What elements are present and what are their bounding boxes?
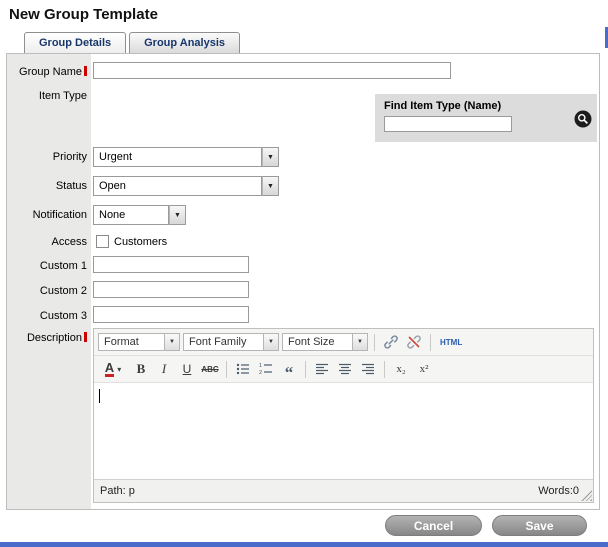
unordered-list-icon[interactable] bbox=[233, 359, 253, 379]
font-color-icon[interactable]: A ▾ bbox=[98, 359, 128, 379]
resize-handle[interactable] bbox=[581, 490, 592, 501]
custom1-label: Custom 1 bbox=[7, 260, 87, 272]
font-size-select[interactable]: Font Size ▼ bbox=[282, 333, 368, 351]
insert-link-icon[interactable] bbox=[381, 332, 401, 352]
custom1-input[interactable] bbox=[93, 256, 249, 273]
notification-label: Notification bbox=[7, 209, 87, 221]
priority-select[interactable]: Urgent ▼ bbox=[93, 147, 279, 167]
align-center-icon[interactable] bbox=[335, 359, 355, 379]
toolbar-separator bbox=[384, 361, 385, 378]
subscript-icon[interactable]: x₂ bbox=[391, 359, 411, 379]
group-name-label: Group Name bbox=[7, 66, 87, 78]
tab-group-details-label: Group Details bbox=[39, 37, 111, 49]
find-item-type-panel: Find Item Type (Name) bbox=[375, 94, 597, 142]
chevron-down-icon[interactable]: ▼ bbox=[262, 176, 279, 196]
priority-label: Priority bbox=[7, 151, 87, 163]
ordered-list-icon[interactable]: 12 bbox=[256, 359, 276, 379]
notification-select[interactable]: None ▼ bbox=[93, 205, 186, 225]
status-value: Open bbox=[93, 176, 262, 196]
superscript-icon[interactable]: x² bbox=[414, 359, 434, 379]
toolbar-separator bbox=[430, 334, 431, 351]
find-item-type-title: Find Item Type (Name) bbox=[384, 100, 501, 112]
tab-bar: Group Details Group Analysis bbox=[24, 32, 240, 54]
custom3-input[interactable] bbox=[93, 306, 249, 323]
align-right-icon[interactable] bbox=[358, 359, 378, 379]
priority-value: Urgent bbox=[93, 147, 262, 167]
strikethrough-icon[interactable]: ABC bbox=[200, 359, 220, 379]
status-select[interactable]: Open ▼ bbox=[93, 176, 279, 196]
notification-value: None bbox=[93, 205, 169, 225]
italic-icon[interactable]: I bbox=[154, 359, 174, 379]
save-button[interactable]: Save bbox=[492, 515, 587, 536]
tab-group-details[interactable]: Group Details bbox=[24, 32, 126, 54]
description-label: Description bbox=[7, 332, 87, 344]
font-size-select-value: Font Size bbox=[282, 333, 353, 351]
item-type-label: Item Type bbox=[7, 90, 87, 102]
editor-toolbar-row2: A ▾ B I U ABC 12 bbox=[94, 356, 593, 383]
new-group-template-window: New Group Template Group Details Group A… bbox=[0, 0, 608, 547]
format-select-value: Format bbox=[98, 333, 165, 351]
svg-text:1: 1 bbox=[259, 363, 262, 369]
find-item-type-input[interactable] bbox=[384, 116, 512, 132]
group-name-input[interactable] bbox=[93, 62, 451, 79]
chevron-down-icon[interactable]: ▼ bbox=[169, 205, 186, 225]
custom2-label: Custom 2 bbox=[7, 285, 87, 297]
toolbar-separator bbox=[226, 361, 227, 378]
chevron-down-icon[interactable]: ▼ bbox=[165, 333, 180, 351]
chevron-down-icon[interactable]: ▼ bbox=[262, 147, 279, 167]
editor-toolbar-row1: Format ▼ Font Family ▼ Font Size ▼ bbox=[94, 329, 593, 356]
customers-checkbox-label: Customers bbox=[114, 236, 167, 248]
tab-group-analysis-label: Group Analysis bbox=[144, 37, 225, 49]
font-family-select-value: Font Family bbox=[183, 333, 264, 351]
label-column-background bbox=[7, 54, 91, 509]
format-select[interactable]: Format ▼ bbox=[98, 333, 180, 351]
blockquote-icon[interactable]: “ bbox=[279, 359, 299, 379]
page-title: New Group Template bbox=[9, 6, 158, 23]
chevron-down-icon: ▾ bbox=[117, 365, 121, 374]
editor-word-count: Words:0 bbox=[538, 485, 579, 497]
chevron-down-icon[interactable]: ▼ bbox=[353, 333, 368, 351]
html-source-button[interactable]: HTML bbox=[437, 332, 465, 352]
search-icon[interactable] bbox=[574, 110, 592, 128]
custom3-label: Custom 3 bbox=[7, 310, 87, 322]
description-rich-text-editor: Format ▼ Font Family ▼ Font Size ▼ bbox=[93, 328, 594, 503]
underline-icon[interactable]: U bbox=[177, 359, 197, 379]
align-left-icon[interactable] bbox=[312, 359, 332, 379]
required-indicator bbox=[84, 332, 87, 342]
description-edit-area[interactable] bbox=[94, 383, 593, 479]
font-family-select[interactable]: Font Family ▼ bbox=[183, 333, 279, 351]
chevron-down-icon[interactable]: ▼ bbox=[264, 333, 279, 351]
window-bottom-border bbox=[0, 542, 608, 547]
text-cursor bbox=[99, 389, 100, 403]
custom2-input[interactable] bbox=[93, 281, 249, 298]
access-label: Access bbox=[7, 236, 87, 248]
toolbar-separator bbox=[305, 361, 306, 378]
cancel-button[interactable]: Cancel bbox=[385, 515, 482, 536]
editor-path-label: Path: p bbox=[100, 485, 135, 497]
bold-icon[interactable]: B bbox=[131, 359, 151, 379]
customers-checkbox[interactable] bbox=[96, 235, 109, 248]
editor-statusbar: Path: p Words:0 bbox=[94, 479, 593, 502]
tab-group-analysis[interactable]: Group Analysis bbox=[129, 32, 240, 54]
remove-link-icon[interactable] bbox=[404, 332, 424, 352]
toolbar-separator bbox=[374, 334, 375, 351]
svg-text:2: 2 bbox=[259, 370, 262, 376]
group-details-panel: Group Name Item Type Find Item Type (Nam… bbox=[6, 53, 600, 510]
required-indicator bbox=[84, 66, 87, 76]
status-label: Status bbox=[7, 180, 87, 192]
